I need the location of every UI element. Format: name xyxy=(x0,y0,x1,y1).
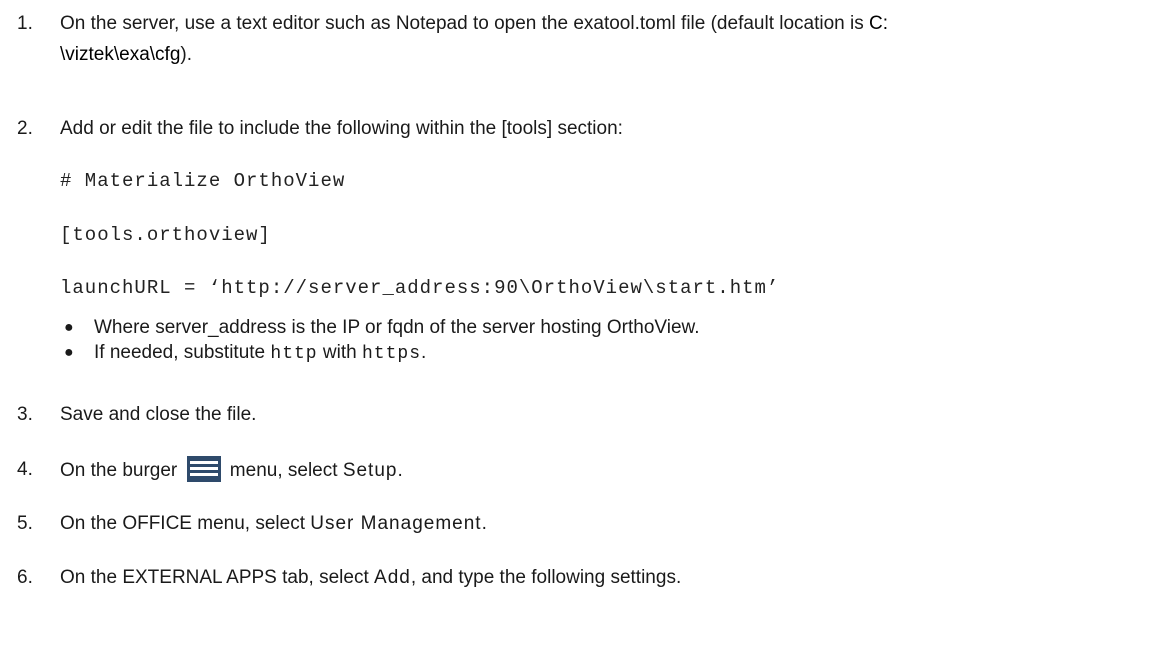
ui-term: Add xyxy=(374,567,411,588)
step-text-part: , and type the following settings. xyxy=(410,567,682,588)
bullet-text-part: If needed, substitute xyxy=(94,342,271,363)
step-text-part: . xyxy=(397,460,403,481)
step-number: 4. xyxy=(17,459,33,480)
step-text-part: menu, select xyxy=(224,460,343,481)
step-text-part: On the EXTERNAL APPS tab, select xyxy=(60,567,375,588)
step-text-part: ). xyxy=(180,44,192,65)
burger-menu-icon xyxy=(186,456,221,482)
step-text-part: . xyxy=(481,513,487,534)
ui-term: User Management xyxy=(310,513,482,534)
step-number: 5. xyxy=(17,513,33,534)
bullet-text: If needed, substitute http with https. xyxy=(94,341,426,366)
step-text-part: On the OFFICE menu, select xyxy=(60,513,311,534)
code-line: [tools.orthoview] xyxy=(60,224,271,246)
step-text: On the OFFICE menu, select User Manageme… xyxy=(60,510,1159,538)
code-line: # Materialize OrthoView xyxy=(60,170,346,192)
document-page: 1. On the server, use a text editor such… xyxy=(0,0,1159,649)
step-number: 6. xyxy=(17,567,33,588)
code-line: launchURL = ‘http://server_address:90\Or… xyxy=(60,277,780,299)
bullet-icon: ● xyxy=(64,344,74,361)
bullet-text-part: . xyxy=(421,342,427,363)
step-number: 2. xyxy=(17,118,33,139)
step-text: On the burger menu, select Setup. xyxy=(60,456,1159,485)
step-text-part: On the server, use a text editor such as… xyxy=(60,13,870,34)
path-drive: C: xyxy=(869,13,889,34)
step-number: 3. xyxy=(17,404,33,425)
path-folder: \viztek\exa\cfg xyxy=(60,44,181,65)
step-text: On the server, use a text editor such as… xyxy=(60,10,1159,38)
step-text-part: On the burger xyxy=(60,460,183,481)
step-text: On the EXTERNAL APPS tab, select Add, an… xyxy=(60,564,1159,592)
bullet-text: Where server_address is the IP or fqdn o… xyxy=(94,317,700,338)
bullet-text-part: with xyxy=(317,342,362,363)
bullet-icon: ● xyxy=(64,319,74,336)
inline-code: https xyxy=(361,344,421,364)
step-text: Save and close the file. xyxy=(60,404,257,425)
step-text-continued: \viztek\exa\cfg). xyxy=(60,41,192,69)
ui-term: Setup xyxy=(342,460,398,481)
step-text: Add or edit the file to include the foll… xyxy=(60,118,623,139)
inline-code: http xyxy=(270,344,318,364)
step-number: 1. xyxy=(17,13,33,34)
